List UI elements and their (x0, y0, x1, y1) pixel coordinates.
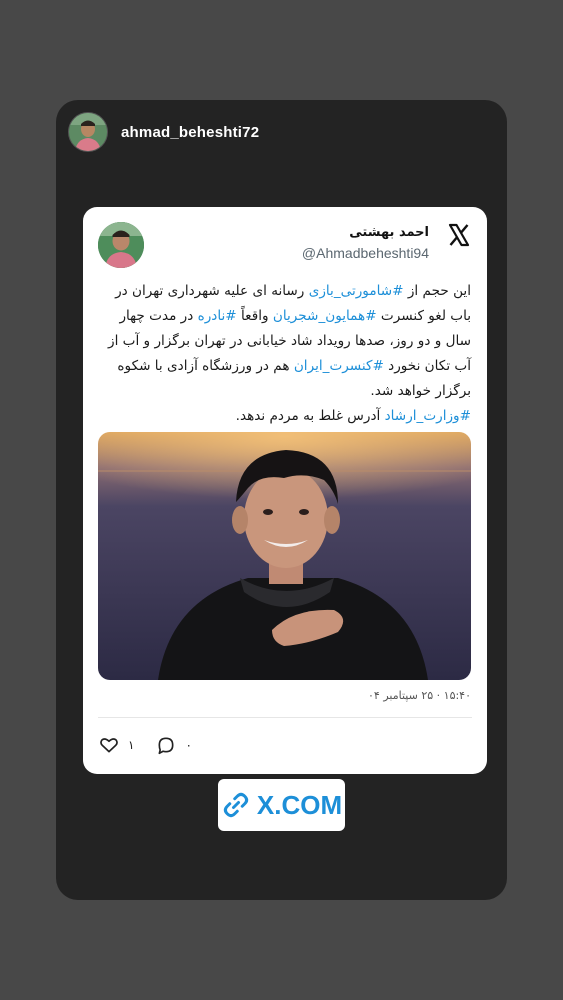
tweet-divider (98, 717, 472, 718)
hashtag-link[interactable]: #شامورتی_بازی (309, 283, 404, 299)
tweet-text: این حجم از #شامورتی_بازی رسانه ای علیه ش… (98, 279, 471, 429)
reply-button[interactable]: ۰ (156, 735, 192, 755)
tweet-actions: ۱ ۰ (99, 735, 214, 755)
x-com-link-button[interactable]: X.COM (218, 779, 345, 831)
tweet-text-segment: آدرس غلط به مردم ندهد. (235, 408, 385, 424)
story-header: ahmad_beheshti72 (68, 112, 259, 152)
tweet-author-handle[interactable]: @Ahmadbeheshti94 (302, 245, 429, 261)
heart-icon (100, 738, 118, 753)
hashtag-link[interactable]: #وزارت_ارشاد (385, 408, 471, 424)
tweet-timestamp[interactable]: ۱۵:۴۰ · ۲۵ سپتامبر ۰۴ (83, 689, 471, 702)
like-count: ۱ (128, 738, 135, 752)
tweet-card[interactable]: احمد بهشتی @Ahmadbeheshti94 این حجم از #… (83, 207, 487, 774)
hashtag-link[interactable]: #نادره (198, 308, 237, 324)
reply-icon (158, 737, 174, 755)
story-card: ahmad_beheshti72 احمد بهشتی @Ahmadbehesh… (56, 100, 507, 900)
tweet-text-segment: واقعاً (236, 308, 273, 324)
avatar-image (69, 113, 107, 151)
story-username[interactable]: ahmad_beheshti72 (121, 124, 259, 141)
link-icon (223, 792, 248, 818)
tweet-header: احمد بهشتی @Ahmadbeheshti94 (83, 207, 487, 277)
tweet-photo[interactable] (98, 432, 471, 680)
tweet-text-segment: این حجم از (403, 283, 471, 299)
tweet-photo-image (98, 432, 471, 680)
tweet-avatar-image (98, 222, 144, 268)
x-com-link-label: X.COM (256, 789, 343, 820)
hashtag-link[interactable]: #کنسرت_ایران (294, 358, 384, 374)
tweet-author-name[interactable]: احمد بهشتی (349, 225, 429, 240)
x-logo-icon (448, 223, 470, 247)
tweet-avatar[interactable] (98, 222, 144, 268)
hashtag-link[interactable]: #همایون_شجریان (273, 308, 377, 324)
reply-count: ۰ (185, 738, 192, 752)
like-button[interactable]: ۱ (99, 735, 134, 755)
story-avatar[interactable] (68, 112, 108, 152)
